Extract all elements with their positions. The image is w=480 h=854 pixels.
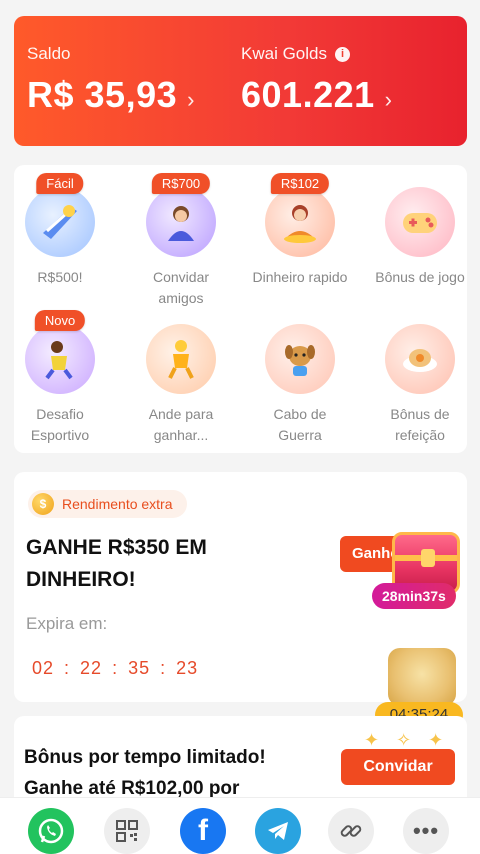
bonus-card: ✦ ✧ ✦ Bônus por tempo limitado! Ganhe at… — [14, 716, 467, 806]
task-tile-convidar[interactable]: R$700 Convidar amigos — [131, 173, 231, 309]
timer-hours: 02 — [32, 658, 55, 678]
copy-link-icon[interactable] — [328, 808, 374, 854]
task-label: Bônus de jogo — [375, 269, 465, 285]
rendimento-extra-pill: $ Rendimento extra — [28, 490, 187, 518]
task-tile-jogo[interactable]: Bônus de jogo — [370, 187, 470, 288]
info-icon[interactable]: i — [334, 46, 350, 62]
golds-label-row: Kwai Golds i — [241, 44, 392, 64]
task-badge: Fácil — [36, 173, 84, 194]
task-tile-cabo[interactable]: Cabo de Guerra — [250, 324, 350, 446]
chest-countdown: 28min37s — [372, 583, 456, 609]
saldo-section[interactable]: Saldo R$ 35,93 › — [27, 44, 195, 116]
expiry-timer: 02 : 22 : 35 : 23 — [32, 658, 198, 679]
gamepad-icon — [385, 187, 455, 257]
sparkle-icon: ✦ ✧ ✦ — [364, 730, 450, 750]
task-tile-ande[interactable]: Ande para ganhar... — [131, 324, 231, 446]
chevron-right-icon: › — [187, 87, 195, 112]
task-badge: R$102 — [270, 173, 330, 194]
task-label: Bônus de refeição — [390, 406, 450, 443]
money-woman-icon — [265, 187, 335, 257]
chevron-right-icon: › — [384, 87, 393, 112]
qr-code-icon[interactable] — [104, 808, 150, 854]
bonus-title: Bônus por tempo limitado! Ganhe até R$10… — [24, 747, 266, 799]
task-label: Desafio Esportivo — [30, 406, 90, 443]
facebook-icon[interactable]: f — [180, 808, 226, 854]
balance-card: Saldo R$ 35,93 › Kwai Golds i 601.221 › — [14, 16, 467, 146]
timer-seconds: 35 — [128, 658, 151, 678]
task-tile-r500[interactable]: Fácil R$500! — [10, 173, 110, 288]
person-icon — [146, 187, 216, 257]
expira-label: Expira em: — [26, 614, 108, 633]
task-badge: Novo — [34, 310, 86, 331]
task-tile-desafio[interactable]: Novo Desafio Esportivo — [10, 310, 110, 446]
golds-value-row[interactable]: 601.221 › — [241, 74, 392, 116]
floating-meal-icon[interactable] — [388, 648, 456, 706]
timer-frames: 23 — [176, 658, 199, 678]
saldo-value-row[interactable]: R$ 35,93 › — [27, 74, 195, 116]
task-badge: R$700 — [151, 173, 211, 194]
task-label: R$500! — [37, 269, 83, 285]
rocket-icon — [25, 187, 95, 257]
dog-icon — [265, 324, 335, 394]
timer-sep: : — [160, 658, 167, 678]
saldo-value: R$ 35,93 — [27, 74, 178, 115]
timer-minutes: 22 — [80, 658, 103, 678]
meal-icon — [385, 324, 455, 394]
share-bar: f ••• — [0, 797, 480, 854]
task-label: Ande para ganhar... — [148, 406, 214, 443]
walker-icon — [146, 324, 216, 394]
convidar-button[interactable]: Convidar — [341, 749, 455, 785]
task-tile-dinheiro[interactable]: R$102 Dinheiro rapido — [250, 173, 350, 288]
task-label: Convidar amigos — [152, 269, 210, 306]
rendimento-label: Rendimento extra — [62, 496, 173, 512]
golds-section[interactable]: Kwai Golds i 601.221 › — [241, 44, 392, 116]
extra-headline: GANHE R$350 EM DINHEIRO! — [26, 536, 207, 591]
runner-icon — [25, 324, 95, 394]
golds-value: 601.221 — [241, 74, 375, 115]
telegram-icon[interactable] — [255, 808, 301, 854]
whatsapp-icon[interactable] — [28, 808, 74, 854]
timer-sep: : — [64, 658, 71, 678]
coin-icon: $ — [32, 493, 54, 515]
task-label: Cabo de Guerra — [273, 406, 327, 443]
golds-label: Kwai Golds — [241, 44, 327, 63]
more-options-icon[interactable]: ••• — [403, 808, 449, 854]
timer-sep: : — [112, 658, 119, 678]
task-label: Dinheiro rapido — [252, 269, 348, 285]
task-grid: Fácil R$500! R$700 Convidar amigos R$102… — [14, 165, 467, 453]
task-tile-refeicao[interactable]: Bônus de refeição — [370, 324, 470, 446]
saldo-label: Saldo — [27, 44, 71, 63]
